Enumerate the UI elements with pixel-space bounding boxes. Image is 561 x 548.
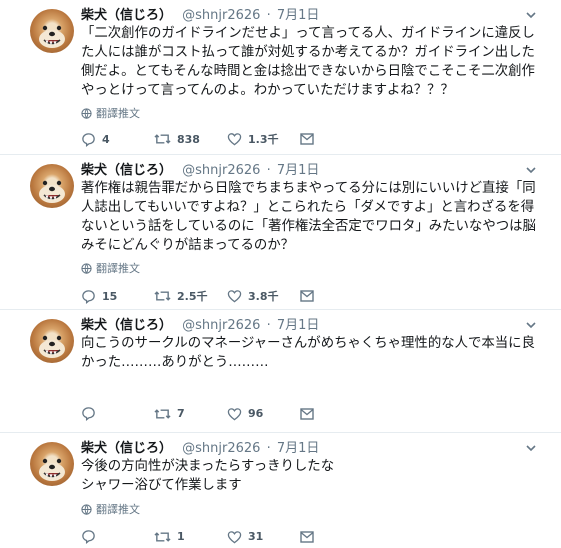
tweet-header: 柴犬（信じろ） @shnjr2626 · 7月1日 — [81, 8, 319, 24]
chevron-down-icon[interactable] — [525, 319, 537, 331]
user-handle[interactable]: @shnjr2626 — [182, 163, 260, 178]
shiba-avatar-icon — [39, 458, 65, 481]
tweet-date[interactable]: 7月1日 — [277, 318, 320, 333]
tweet-date[interactable]: 7月1日 — [277, 163, 320, 178]
like-count: 3.8千 — [248, 290, 279, 303]
action-bar: 15 2.5千 3.8千 — [81, 288, 373, 304]
chevron-down-icon[interactable] — [525, 442, 537, 454]
envelope-icon — [300, 133, 314, 145]
separator-dot: · — [266, 318, 271, 333]
tweet-text: 「二次創作のガイドラインだせよ」って言ってる人、ガイドラインに違反した人には誰が… — [81, 26, 535, 98]
reply-count: 4 — [102, 132, 110, 146]
retweet-button[interactable]: 2.5千 — [154, 288, 227, 304]
reply-icon — [82, 530, 95, 544]
dm-button[interactable] — [300, 133, 373, 145]
avatar[interactable] — [30, 9, 74, 53]
display-name[interactable]: 柴犬（信じろ） — [81, 441, 172, 456]
translate-label: 翻譯推文 — [96, 503, 140, 516]
translate-link[interactable]: 翻譯推文 — [81, 105, 140, 121]
like-button[interactable]: 3.8千 — [227, 288, 300, 304]
translate-label: 翻譯推文 — [96, 262, 140, 275]
shiba-avatar-icon — [39, 180, 65, 203]
action-bar: 7 96 — [81, 406, 373, 421]
display-name[interactable]: 柴犬（信じろ） — [81, 318, 172, 333]
globe-icon — [81, 262, 92, 274]
user-handle[interactable]: @shnjr2626 — [182, 441, 260, 456]
separator-dot: · — [266, 8, 271, 23]
translate-link[interactable]: 翻譯推文 — [81, 501, 140, 517]
reply-icon — [82, 289, 95, 304]
separator-dot: · — [266, 163, 271, 178]
like-count: 31 — [248, 530, 264, 543]
reply-button[interactable]: 15 — [81, 289, 154, 304]
tweet-header: 柴犬（信じろ） @shnjr2626 · 7月1日 — [81, 163, 319, 179]
dm-button[interactable] — [300, 530, 373, 543]
like-button[interactable]: 31 — [227, 530, 300, 544]
globe-icon — [81, 503, 92, 515]
tweet-header: 柴犬（信じろ） @shnjr2626 · 7月1日 — [81, 441, 319, 457]
user-handle[interactable]: @shnjr2626 — [182, 318, 260, 333]
retweet-icon — [154, 408, 171, 419]
translate-link[interactable]: 翻譯推文 — [81, 260, 140, 276]
reply-count: 15 — [102, 289, 118, 303]
retweet-icon — [154, 531, 171, 542]
avatar[interactable] — [30, 319, 74, 363]
tweet-feed: 柴犬（信じろ） @shnjr2626 · 7月1日 「二次創作のガイドラインだせ… — [0, 0, 561, 548]
display-name[interactable]: 柴犬（信じろ） — [81, 8, 172, 23]
avatar[interactable] — [30, 442, 74, 486]
avatar[interactable] — [30, 164, 74, 208]
heart-icon — [227, 290, 242, 303]
tweet[interactable]: 柴犬（信じろ） @shnjr2626 · 7月1日 「二次創作のガイドラインだせ… — [0, 0, 561, 155]
dm-button[interactable] — [300, 407, 373, 420]
reply-icon — [82, 407, 95, 421]
tweet[interactable]: 柴犬（信じろ） @shnjr2626 · 7月1日 著作権は親告罪だから日陰でち… — [0, 155, 561, 310]
retweet-count: 1 — [177, 530, 185, 543]
display-name[interactable]: 柴犬（信じろ） — [81, 163, 172, 178]
retweet-icon — [154, 291, 171, 301]
globe-icon — [81, 107, 92, 119]
reply-button[interactable] — [81, 406, 154, 421]
dm-button[interactable] — [300, 290, 373, 302]
reply-icon — [82, 132, 95, 147]
retweet-button[interactable]: 1 — [154, 530, 227, 544]
retweet-count: 838 — [177, 132, 200, 146]
reply-button[interactable]: 4 — [81, 132, 154, 147]
action-bar: 1 31 — [81, 529, 373, 544]
retweet-button[interactable]: 7 — [154, 407, 227, 421]
reply-button[interactable] — [81, 529, 154, 544]
chevron-down-icon[interactable] — [525, 9, 537, 21]
tweet-text: 著作権は親告罪だから日陰でちまちまやってる分には別にいいけど直接「同人誌出しても… — [81, 181, 536, 253]
separator-dot: · — [266, 441, 271, 456]
tweet[interactable]: 柴犬（信じろ） @shnjr2626 · 7月1日 今後の方向性が決まったらすっ… — [0, 433, 561, 548]
heart-icon — [227, 407, 242, 420]
shiba-avatar-icon — [39, 25, 65, 48]
retweet-icon — [154, 134, 171, 144]
envelope-icon — [300, 530, 314, 543]
tweet-text: 今後の方向性が決まったらすっきりしたな シャワー浴びて作業します — [81, 459, 335, 493]
like-button[interactable]: 1.3千 — [227, 131, 300, 147]
chevron-down-icon[interactable] — [525, 164, 537, 176]
shiba-avatar-icon — [39, 335, 65, 358]
tweet-text: 向こうのサークルのマネージャーさんがめちゃくちゃ理性的な人で本当に良かった………… — [81, 336, 535, 370]
like-count: 96 — [248, 407, 264, 420]
retweet-count: 2.5千 — [177, 290, 208, 303]
heart-icon — [227, 530, 242, 543]
retweet-count: 7 — [177, 407, 185, 420]
like-button[interactable]: 96 — [227, 407, 300, 421]
retweet-button[interactable]: 838 — [154, 132, 227, 146]
tweet-date[interactable]: 7月1日 — [277, 8, 320, 23]
like-count: 1.3千 — [248, 133, 279, 146]
tweet[interactable]: 柴犬（信じろ） @shnjr2626 · 7月1日 向こうのサークルのマネージャ… — [0, 310, 561, 433]
tweet-header: 柴犬（信じろ） @shnjr2626 · 7月1日 — [81, 318, 319, 334]
envelope-icon — [300, 407, 314, 420]
action-bar: 4 838 1.3千 — [81, 131, 373, 147]
user-handle[interactable]: @shnjr2626 — [182, 8, 260, 23]
envelope-icon — [300, 290, 314, 302]
heart-icon — [227, 133, 242, 146]
tweet-date[interactable]: 7月1日 — [277, 441, 320, 456]
translate-label: 翻譯推文 — [96, 107, 140, 120]
